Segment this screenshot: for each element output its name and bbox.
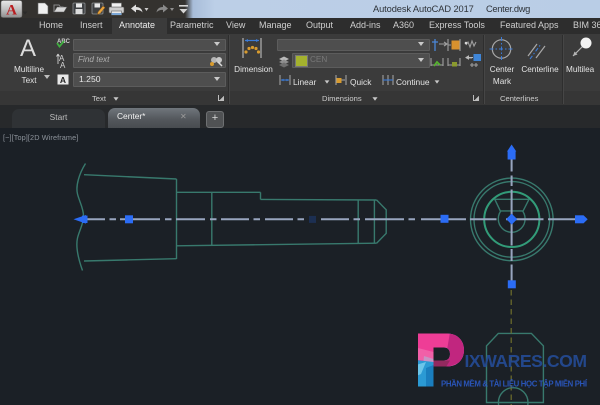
svg-text:A: A [6, 3, 17, 19]
svg-text:PHẦN MỀM & TÀI LIỆU HỌC TẬP MI: PHẦN MỀM & TÀI LIỆU HỌC TẬP MIỄN PHÍ [441, 378, 588, 388]
svg-text:IXWARES.COM: IXWARES.COM [465, 351, 588, 371]
svg-text:A: A [60, 61, 66, 70]
svg-text:A: A [60, 75, 66, 85]
